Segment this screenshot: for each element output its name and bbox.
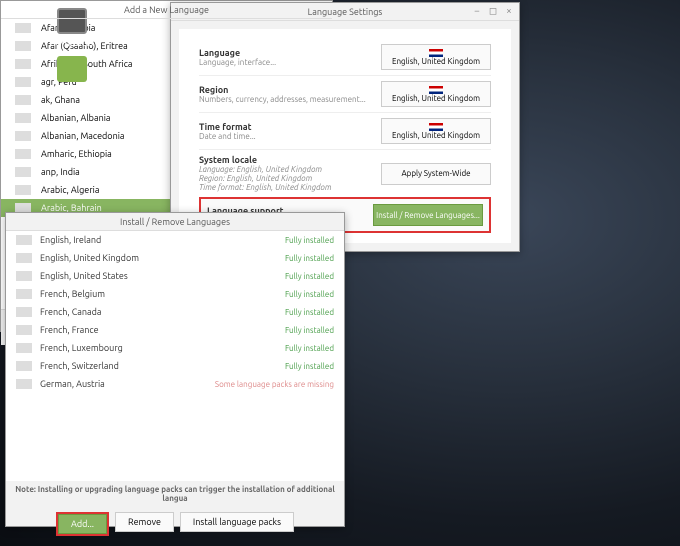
list-item[interactable]: French, SwitzerlandFully installed bbox=[6, 357, 344, 375]
row-region: RegionNumbers, currency, addresses, meas… bbox=[199, 75, 491, 112]
flag-icon bbox=[16, 289, 32, 299]
uk-flag-icon bbox=[429, 123, 443, 131]
status-text: Fully installed bbox=[285, 344, 334, 353]
row-language: LanguageLanguage, interface... English, … bbox=[199, 39, 491, 75]
language-name: Arabic, Algeria bbox=[41, 185, 99, 195]
label: Language bbox=[199, 48, 381, 58]
label: Time format bbox=[199, 122, 381, 132]
flag-icon bbox=[15, 95, 31, 105]
highlight-add: Add... bbox=[56, 512, 109, 536]
close-button[interactable]: × bbox=[503, 5, 515, 17]
language-name: French, Canada bbox=[40, 307, 285, 317]
titlebar[interactable]: Add a New Language bbox=[1, 1, 332, 19]
language-name: Amharic, Ethiopia bbox=[41, 149, 112, 159]
language-name: English, United Kingdom bbox=[40, 253, 285, 263]
installed-languages-list[interactable]: English, IrelandFully installedEnglish, … bbox=[6, 231, 344, 481]
list-item[interactable]: English, IrelandFully installed bbox=[6, 231, 344, 249]
language-name: English, United States bbox=[40, 271, 285, 281]
language-name: French, Luxembourg bbox=[40, 343, 285, 353]
list-item[interactable]: French, LuxembourgFully installed bbox=[6, 339, 344, 357]
list-item[interactable]: German, AustriaSome language packs are m… bbox=[6, 375, 344, 393]
flag-icon bbox=[16, 379, 32, 389]
row-locale: System localeLanguage: English, United K… bbox=[199, 149, 491, 197]
time-select-button[interactable]: English, United Kingdom bbox=[381, 118, 491, 144]
flag-icon bbox=[16, 253, 32, 263]
flag-icon bbox=[16, 361, 32, 371]
list-item[interactable]: French, CanadaFully installed bbox=[6, 303, 344, 321]
row-time: Time formatDate and time... English, Uni… bbox=[199, 112, 491, 149]
status-text: Fully installed bbox=[285, 362, 334, 371]
list-item[interactable]: French, BelgiumFully installed bbox=[6, 285, 344, 303]
flag-icon bbox=[16, 271, 32, 281]
sublabel: Numbers, currency, addresses, measuremen… bbox=[199, 95, 381, 104]
flag-icon bbox=[15, 185, 31, 195]
window-title: Install / Remove Languages bbox=[120, 217, 230, 227]
apply-system-wide-button[interactable]: Apply System-Wide bbox=[381, 163, 491, 185]
status-text: Some language packs are missing bbox=[215, 380, 334, 389]
label: System locale bbox=[199, 155, 381, 165]
status-text: Fully installed bbox=[285, 290, 334, 299]
status-text: Fully installed bbox=[285, 254, 334, 263]
list-item[interactable]: French, FranceFully installed bbox=[6, 321, 344, 339]
add-button[interactable]: Add... bbox=[58, 514, 107, 534]
status-text: Fully installed bbox=[285, 326, 334, 335]
flag-icon bbox=[15, 167, 31, 177]
install-remove-languages-window: Install / Remove Languages English, Irel… bbox=[5, 212, 345, 527]
uk-flag-icon bbox=[429, 49, 443, 57]
install-note: Note: Installing or upgrading language p… bbox=[6, 481, 344, 507]
flag-icon bbox=[15, 131, 31, 141]
language-select-button[interactable]: English, United Kingdom bbox=[381, 44, 491, 70]
flag-icon bbox=[15, 59, 31, 69]
region-select-button[interactable]: English, United Kingdom bbox=[381, 81, 491, 107]
remove-button[interactable]: Remove bbox=[115, 512, 174, 532]
status-text: Fully installed bbox=[285, 272, 334, 281]
list-item[interactable]: English, United KingdomFully installed bbox=[6, 249, 344, 267]
flag-icon bbox=[15, 41, 31, 51]
flag-icon bbox=[15, 149, 31, 159]
flag-icon bbox=[15, 113, 31, 123]
language-name: French, France bbox=[40, 325, 285, 335]
language-name: German, Austria bbox=[40, 379, 215, 389]
status-text: Fully installed bbox=[285, 236, 334, 245]
language-name: French, Switzerland bbox=[40, 361, 285, 371]
status-text: Fully installed bbox=[285, 308, 334, 317]
uk-flag-icon bbox=[429, 86, 443, 94]
desktop-icon-label: Home bbox=[42, 85, 102, 96]
minimize-button[interactable]: − bbox=[471, 5, 483, 17]
window-title: Add a New Language bbox=[124, 5, 209, 15]
list-item[interactable]: English, United StatesFully installed bbox=[6, 267, 344, 285]
language-name: French, Belgium bbox=[40, 289, 285, 299]
language-name: Albanian, Macedonia bbox=[41, 131, 125, 141]
language-name: anp, India bbox=[41, 167, 80, 177]
language-name: Albanian, Albania bbox=[41, 113, 111, 123]
folder-icon bbox=[57, 56, 87, 82]
language-name: English, Ireland bbox=[40, 235, 285, 245]
install-remove-languages-button[interactable]: Install / Remove Languages... bbox=[373, 204, 483, 226]
install-packs-button[interactable]: Install language packs bbox=[180, 512, 294, 532]
flag-icon bbox=[15, 23, 31, 33]
maximize-button[interactable]: ◻ bbox=[487, 5, 499, 17]
desktop-icon-label: Computer bbox=[42, 37, 102, 48]
label: Region bbox=[199, 85, 381, 95]
desktop-icon-home[interactable]: Home bbox=[42, 56, 102, 96]
flag-icon bbox=[16, 325, 32, 335]
language-name: ak, Ghana bbox=[41, 95, 80, 105]
flag-icon bbox=[16, 343, 32, 353]
flag-icon bbox=[15, 77, 31, 87]
sublabel: Date and time... bbox=[199, 132, 381, 141]
flag-icon bbox=[16, 235, 32, 245]
titlebar[interactable]: Install / Remove Languages bbox=[6, 213, 344, 231]
flag-icon bbox=[16, 307, 32, 317]
sublabel: Language, interface... bbox=[199, 58, 381, 67]
